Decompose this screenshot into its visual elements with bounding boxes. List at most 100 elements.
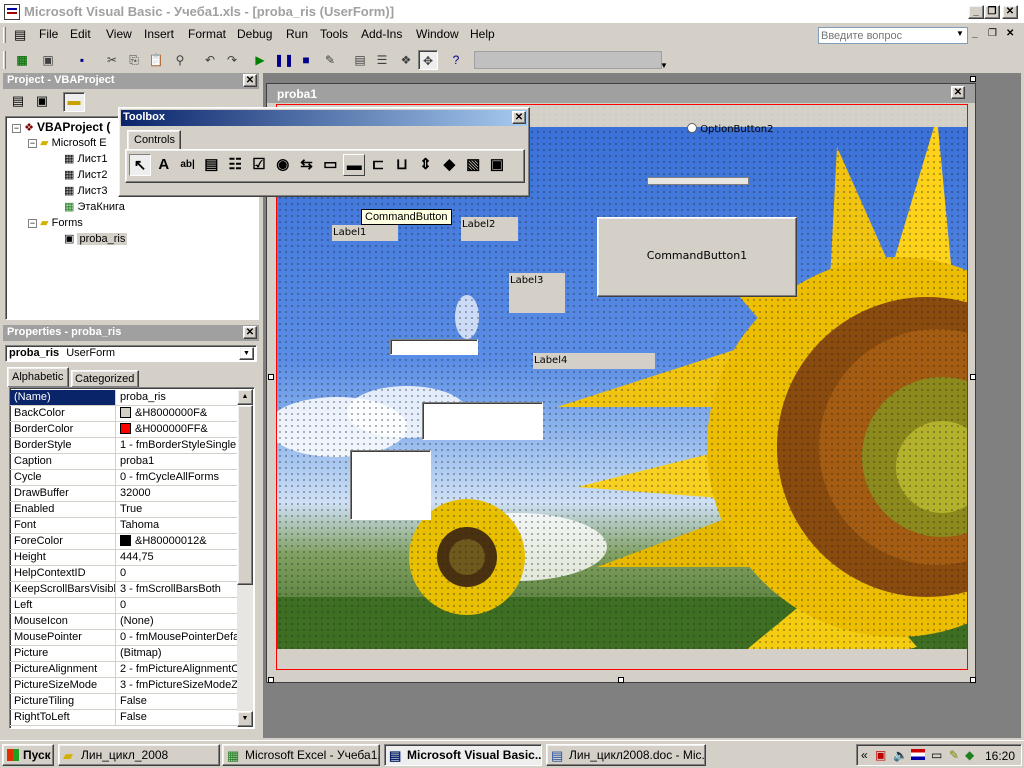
commandbutton-tool-icon[interactable]: ▬: [343, 154, 366, 176]
option-button-2[interactable]: OptionButton2: [687, 123, 787, 138]
tree-folder-forms[interactable]: − ▰ Forms: [28, 216, 83, 232]
property-value[interactable]: proba1: [118, 454, 238, 469]
scroll-down-button[interactable]: ▼: [237, 711, 253, 727]
menu-insert[interactable]: Insert: [144, 27, 174, 41]
task-excel[interactable]: ▦ Microsoft Excel - Учеба1...: [222, 744, 380, 766]
optionbutton-tool-icon[interactable]: ◉: [272, 154, 294, 176]
scroll-up-button[interactable]: ▲: [237, 389, 253, 405]
property-value[interactable]: 0 - fmCycleAllForms: [118, 470, 238, 485]
object-browser-icon[interactable]: ❖: [396, 50, 416, 70]
menu-format[interactable]: Format: [188, 27, 226, 41]
menu-tools[interactable]: Tools: [320, 27, 348, 41]
network-icon[interactable]: ▣: [875, 748, 886, 762]
tree-item-form[interactable]: ▣ proba_ris: [64, 232, 128, 248]
search-dropdown-icon[interactable]: ▼: [956, 29, 964, 38]
excel-view-icon[interactable]: ▦: [12, 50, 32, 70]
view-object-icon[interactable]: ▣: [33, 93, 51, 111]
property-value[interactable]: 444,75: [118, 550, 238, 565]
toolbox-tab-controls[interactable]: Controls: [127, 130, 181, 150]
start-button[interactable]: Пуск: [2, 744, 54, 766]
grip-handle[interactable]: [3, 51, 6, 69]
tree-root[interactable]: − ❖ VBAProject (: [12, 120, 110, 136]
find-icon[interactable]: ⚲: [170, 50, 190, 70]
property-row[interactable]: Caption proba1: [10, 454, 238, 470]
refedit-tool-icon[interactable]: ▣: [486, 154, 508, 176]
selection-handle[interactable]: [618, 677, 624, 683]
property-value[interactable]: 1 - fmBorderStyleSingle: [118, 438, 238, 453]
grip-handle[interactable]: [3, 27, 6, 43]
property-row[interactable]: MousePointer 0 - fmMousePointerDefau: [10, 630, 238, 646]
property-row[interactable]: BorderStyle 1 - fmBorderStyleSingle: [10, 438, 238, 454]
togglebutton-tool-icon[interactable]: ⇆: [296, 154, 318, 176]
menu-add-ins[interactable]: Add-Ins: [361, 27, 402, 41]
property-value[interactable]: 3 - fmScrollBarsBoth: [118, 582, 238, 597]
run-icon[interactable]: ▶: [250, 50, 270, 70]
menu-help[interactable]: Help: [470, 27, 495, 41]
property-row[interactable]: MouseIcon (None): [10, 614, 238, 630]
close-button[interactable]: ✕: [1002, 5, 1018, 19]
mdi-close-button[interactable]: ✕: [1006, 28, 1014, 39]
menu-run[interactable]: Run: [286, 27, 308, 41]
property-row[interactable]: Cycle 0 - fmCycleAllForms: [10, 470, 238, 486]
copy-icon[interactable]: ⎘: [124, 50, 144, 70]
tree-item-workbook[interactable]: ▦ ЭтаКнига: [64, 200, 125, 216]
form-window-close-button[interactable]: ✕: [951, 86, 965, 99]
document-menu-icon[interactable]: ▤: [14, 27, 30, 43]
menu-edit[interactable]: Edit: [70, 27, 91, 41]
menu-view[interactable]: View: [106, 27, 132, 41]
property-row[interactable]: ForeColor &H80000012&: [10, 534, 238, 550]
property-value[interactable]: Tahoma: [118, 518, 238, 533]
property-row[interactable]: HelpContextID 0: [10, 566, 238, 582]
tab-categorized[interactable]: Categorized: [71, 370, 139, 387]
object-selector[interactable]: proba_ris UserForm: [5, 345, 257, 362]
property-row[interactable]: Font Tahoma: [10, 518, 238, 534]
undo-icon[interactable]: ↶: [200, 50, 220, 70]
menu-window[interactable]: Window: [416, 27, 459, 41]
textbox-tool-icon[interactable]: ab|: [177, 154, 199, 176]
tray-expand-icon[interactable]: «: [861, 748, 868, 762]
properties-scrollbar[interactable]: ▲ ▼: [237, 389, 253, 727]
scrollbar-control[interactable]: [647, 177, 749, 185]
property-row[interactable]: PictureSizeMode 3 - fmPictureSizeModeZo: [10, 678, 238, 694]
properties-panel-close-button[interactable]: ✕: [243, 326, 257, 339]
mdi-minimize-button[interactable]: _: [972, 28, 978, 39]
reset-icon[interactable]: ■: [296, 50, 316, 70]
property-value[interactable]: 2 - fmPictureAlignmentCe: [118, 662, 238, 677]
pen-icon[interactable]: ✎: [949, 748, 959, 762]
label-3[interactable]: Label3: [509, 273, 565, 313]
mdi-restore-button[interactable]: ❐: [988, 28, 997, 39]
combobox-tool-icon[interactable]: ▤: [200, 154, 222, 176]
property-value[interactable]: &H80000012&: [118, 534, 238, 549]
tree-item-sheet3[interactable]: ▦ Лист3: [64, 184, 108, 200]
image-tool-icon[interactable]: ▧: [462, 154, 484, 176]
property-row[interactable]: DrawBuffer 32000: [10, 486, 238, 502]
monitor-icon[interactable]: ▭: [931, 748, 942, 762]
tree-item-sheet2[interactable]: ▦ Лист2: [64, 168, 108, 184]
selection-handle[interactable]: [970, 76, 976, 82]
tree-folder-objects[interactable]: − ▰ Microsoft E: [28, 136, 107, 152]
property-row[interactable]: Enabled True: [10, 502, 238, 518]
project-explorer-icon[interactable]: ▤: [350, 50, 370, 70]
tree-item-sheet1[interactable]: ▦ Лист1: [64, 152, 108, 168]
property-row[interactable]: Picture (Bitmap): [10, 646, 238, 662]
property-row[interactable]: RightToLeft False: [10, 710, 238, 726]
property-value[interactable]: &H000000FF&: [118, 422, 238, 437]
property-row[interactable]: PictureTiling False: [10, 694, 238, 710]
toolbar-options-icon[interactable]: ▼: [660, 61, 668, 70]
object-selector-dropdown-icon[interactable]: ▼: [239, 347, 254, 360]
toolbox-icon[interactable]: ✥: [418, 50, 438, 70]
design-mode-icon[interactable]: ✎: [320, 50, 340, 70]
menu-file[interactable]: File: [39, 27, 58, 41]
text-box-1[interactable]: [390, 339, 478, 355]
task-word[interactable]: ▤ Лин_цикл2008.doc - Mic...: [546, 744, 706, 766]
toolbox-close-button[interactable]: ✕: [512, 111, 526, 124]
project-panel-close-button[interactable]: ✕: [243, 74, 257, 87]
menu-debug[interactable]: Debug: [237, 27, 272, 41]
property-value[interactable]: False: [118, 710, 238, 725]
property-row[interactable]: KeepScrollBarsVisible 3 - fmScrollBarsBot…: [10, 582, 238, 598]
break-icon[interactable]: ❚❚: [274, 50, 294, 70]
pointer-tool-icon[interactable]: ↖: [129, 154, 151, 176]
property-value[interactable]: 32000: [118, 486, 238, 501]
selection-handle[interactable]: [970, 374, 976, 380]
property-value[interactable]: False: [118, 694, 238, 709]
